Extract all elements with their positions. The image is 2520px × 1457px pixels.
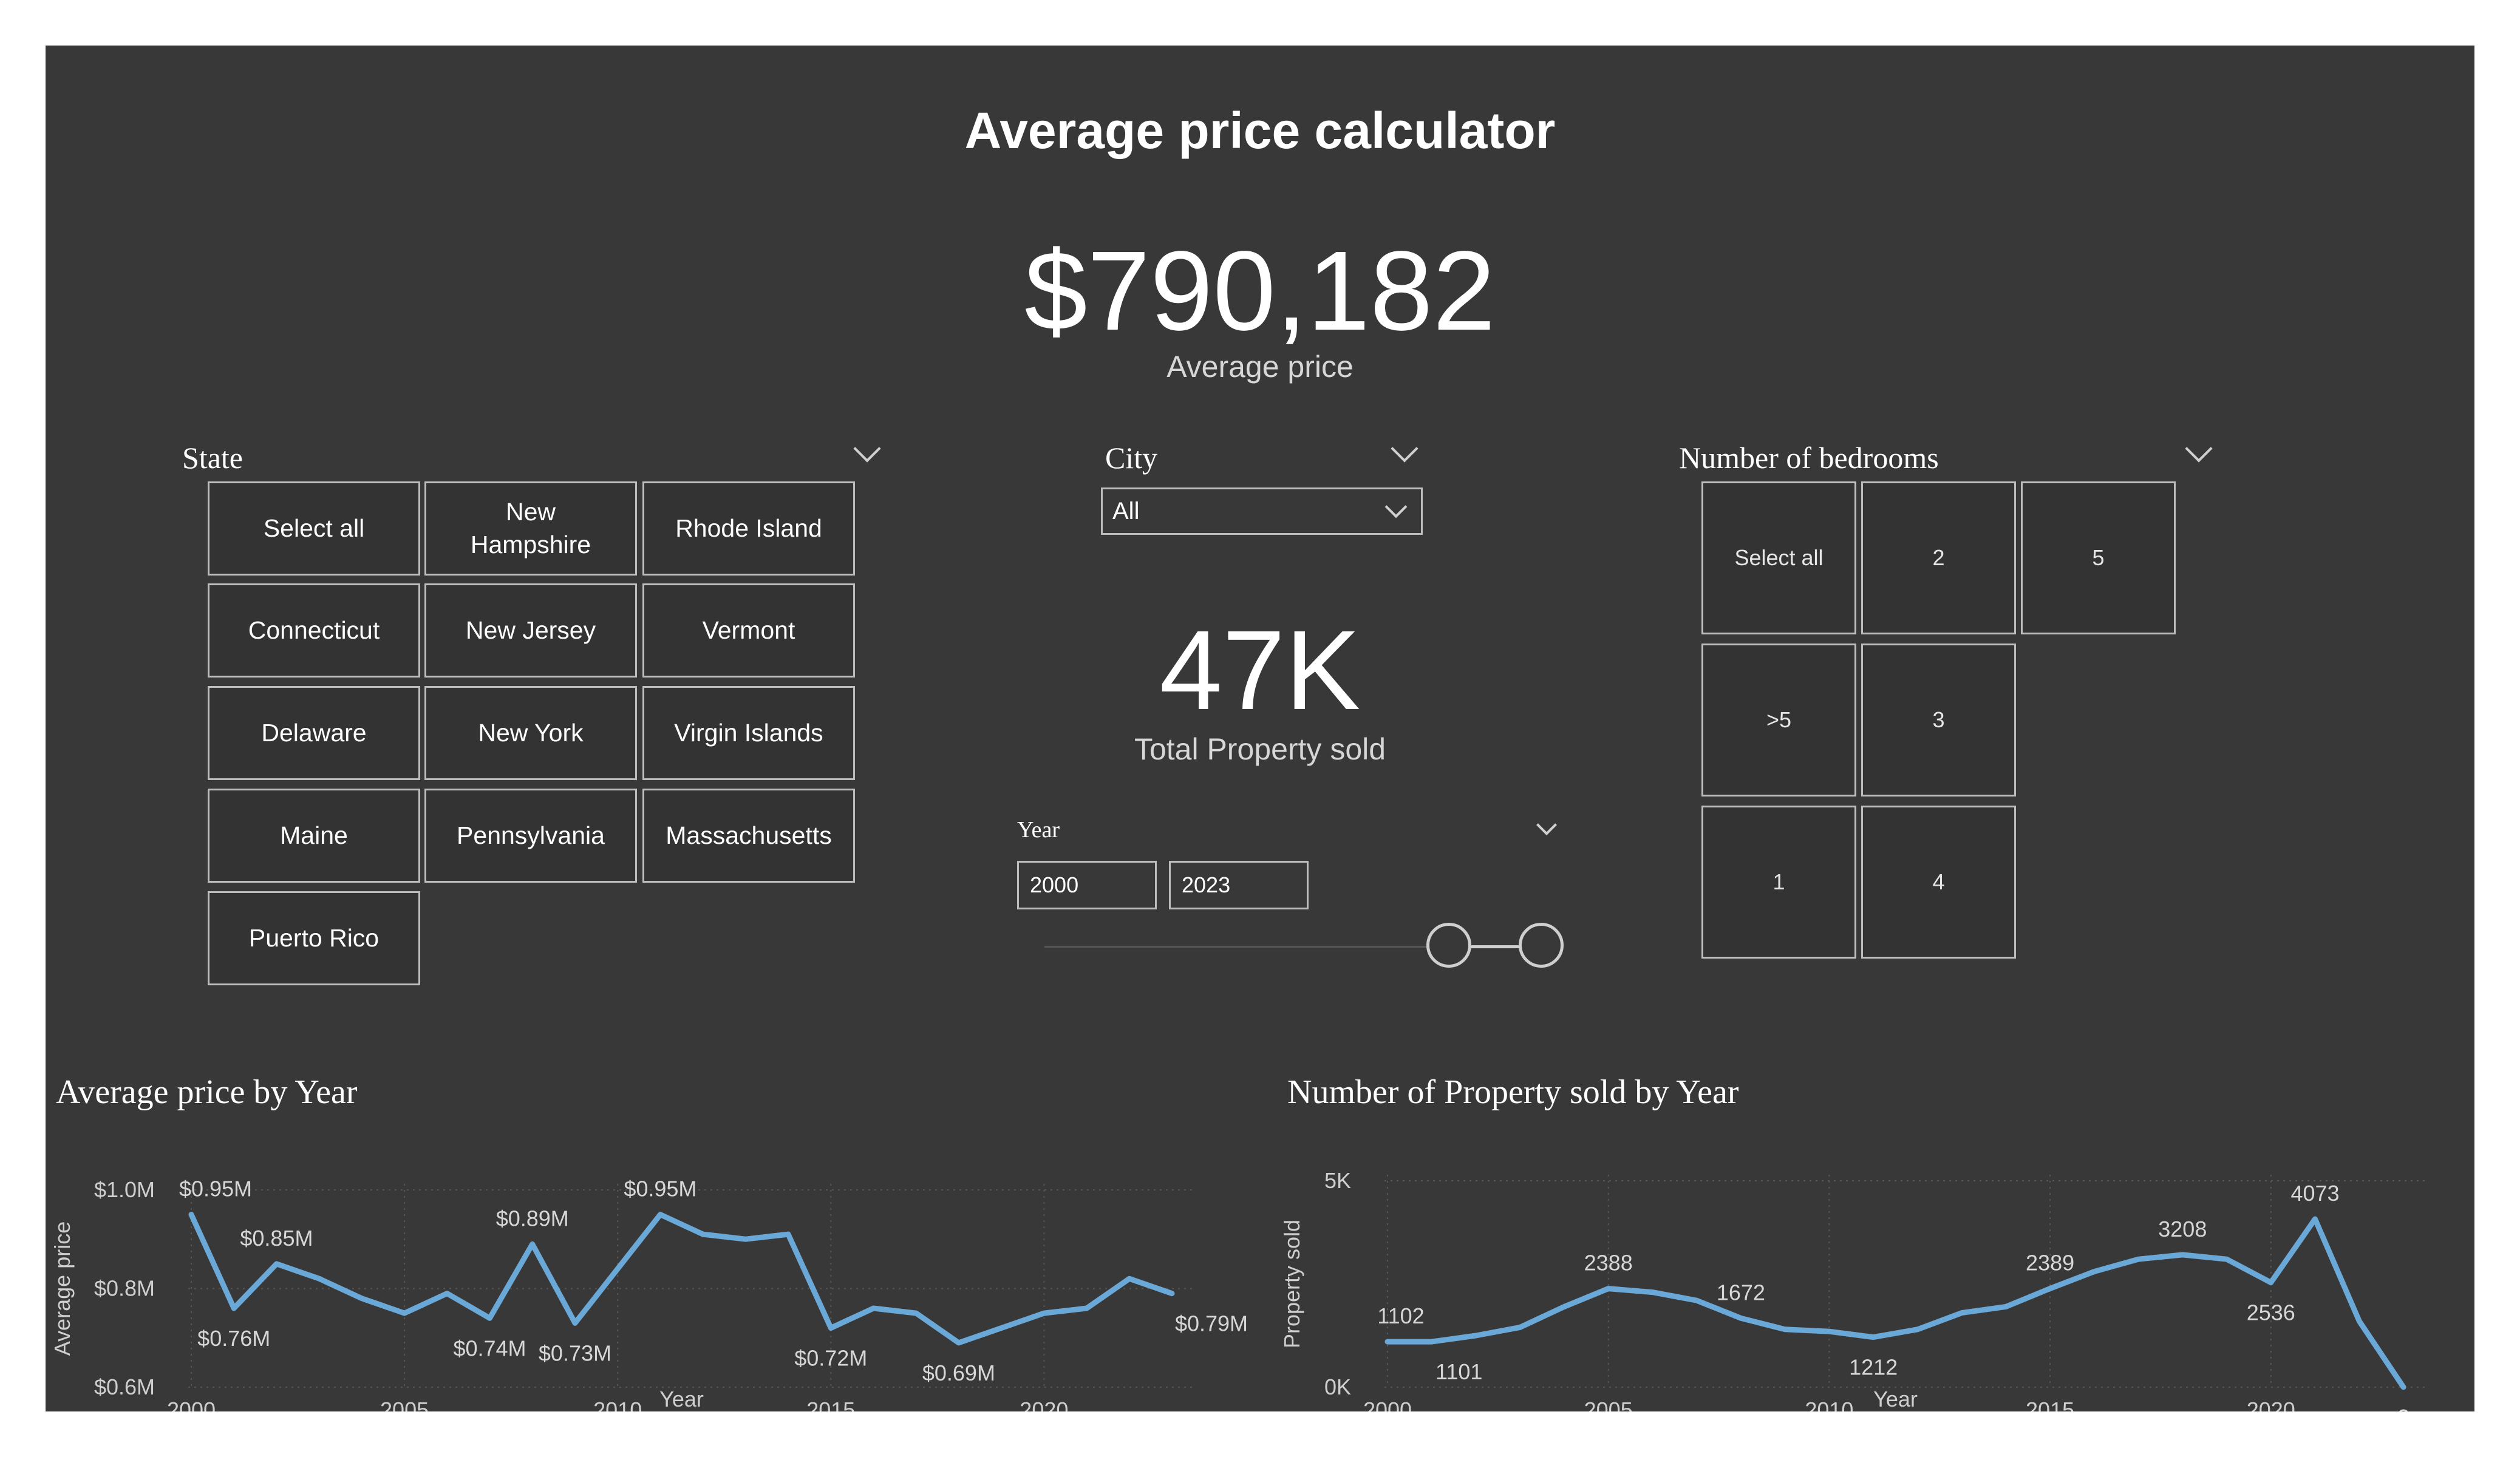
x-axis-title: Year	[1873, 1387, 1918, 1411]
data-label: 1212	[1849, 1355, 1898, 1380]
bedroom-option-5[interactable]: 5	[2021, 481, 2176, 634]
x-tick-label: 2010	[593, 1398, 642, 1411]
state-slicer-title: State	[182, 441, 243, 475]
chevron-down-icon[interactable]	[1391, 435, 1418, 463]
average-price-value: $790,182	[1024, 228, 1496, 354]
data-label: 1672	[1717, 1280, 1765, 1305]
city-dropdown[interactable]: All	[1101, 487, 1423, 535]
year-from-input[interactable]: 2000	[1017, 861, 1157, 909]
bedroom-option-4[interactable]: 4	[1861, 806, 2016, 959]
y-tick-label: 5K	[1324, 1168, 1351, 1193]
x-tick-label: 2010	[1805, 1398, 1853, 1411]
y-tick-label: $1.0M	[94, 1177, 155, 1202]
sold-line-chart: 0K 5K 2000 2005 2010 2015 2020 Year Property sol…	[1279, 1168, 2428, 1411]
chevron-down-icon[interactable]	[853, 435, 881, 463]
data-label: $0.95M	[624, 1177, 696, 1201]
data-label: $0.74M	[453, 1336, 526, 1360]
city-slicer-title: City	[1105, 441, 1158, 475]
data-label: 2536	[2247, 1300, 2295, 1325]
state-option-puerto-rico[interactable]: Puerto Rico	[208, 891, 420, 985]
total-sold-value: 47K	[1159, 608, 1361, 733]
x-tick-label: 2015	[2026, 1398, 2074, 1411]
data-label: 2	[2397, 1405, 2409, 1411]
total-sold-label: Total Property sold	[1134, 732, 1386, 766]
y-tick-label: 0K	[1324, 1374, 1351, 1399]
state-option-virgin-islands[interactable]: Virgin Islands	[642, 686, 855, 780]
bedroom-option-1[interactable]: 1	[1701, 806, 1856, 959]
bedroom-slicer-title: Number of bedrooms	[1679, 441, 1939, 475]
bedroom-option-select-all[interactable]: Select all	[1701, 481, 1856, 634]
year-slicer-title: Year	[1017, 817, 1060, 843]
data-label: $0.72M	[794, 1346, 867, 1371]
chevron-down-icon	[1384, 495, 1408, 518]
state-option-rhode-island[interactable]: Rhode Island	[642, 481, 855, 576]
state-option-vermont[interactable]: Vermont	[642, 583, 855, 678]
x-tick-label: 2020	[2247, 1398, 2295, 1411]
state-option-connecticut[interactable]: Connecticut	[208, 583, 420, 678]
data-label: 3208	[2158, 1217, 2207, 1241]
data-label: $0.73M	[539, 1340, 611, 1365]
state-option-maine[interactable]: Maine	[208, 789, 420, 883]
y-axis-title: Average price	[50, 1221, 75, 1356]
data-label: $0.69M	[922, 1360, 995, 1385]
bedroom-option-2[interactable]: 2	[1861, 481, 2016, 634]
chevron-down-icon[interactable]	[1536, 815, 1557, 835]
x-tick-label: 2000	[1363, 1398, 1412, 1411]
state-option-new-hampshire[interactable]: New Hampshire	[424, 481, 637, 576]
data-label: $0.76M	[197, 1326, 270, 1351]
year-to-input[interactable]: 2023	[1169, 861, 1309, 909]
data-label: $0.89M	[496, 1206, 569, 1231]
bedroom-option-3[interactable]: 3	[1861, 644, 2016, 796]
state-option-new-york[interactable]: New York	[424, 686, 637, 780]
year-slider-end-handle[interactable]	[1519, 923, 1564, 968]
average-price-label: Average price	[1166, 350, 1354, 384]
dashboard-canvas: Average price calculator $790,182 Averag…	[46, 46, 2474, 1411]
bedroom-option-gt5[interactable]: >5	[1701, 644, 1856, 796]
state-option-new-jersey[interactable]: New Jersey	[424, 583, 637, 678]
data-label: $0.95M	[179, 1177, 252, 1201]
data-label: $0.79M	[1175, 1311, 1248, 1336]
x-tick-label: 2000	[167, 1398, 216, 1411]
sold-chart-title: Number of Property sold by Year	[1287, 1073, 1739, 1111]
avg-price-chart-title: Average price by Year	[56, 1073, 358, 1111]
y-axis-title: Property sold	[1279, 1220, 1304, 1348]
page-title: Average price calculator	[964, 102, 1556, 159]
data-label: 2388	[1584, 1251, 1633, 1275]
data-label: 1102	[1377, 1303, 1424, 1328]
x-tick-label: 2015	[806, 1398, 855, 1411]
data-label: 4073	[2290, 1181, 2339, 1206]
x-tick-label: 2005	[380, 1398, 429, 1411]
state-option-massachusetts[interactable]: Massachusetts	[642, 789, 855, 883]
avg-price-line-chart: $0.6M $0.8M $1.0M 2000 2005 2010 2015 2020 Year A…	[50, 1177, 1248, 1411]
state-option-select-all[interactable]: Select all	[208, 481, 420, 576]
x-tick-label: 2020	[1020, 1398, 1068, 1411]
y-tick-label: $0.6M	[94, 1374, 155, 1399]
chevron-down-icon[interactable]	[2185, 435, 2213, 463]
state-option-delaware[interactable]: Delaware	[208, 686, 420, 780]
data-label: 2389	[2026, 1251, 2074, 1275]
x-tick-label: 2005	[1584, 1398, 1633, 1411]
series-line	[188, 1212, 1175, 1346]
y-tick-label: $0.8M	[94, 1276, 155, 1301]
state-option-pennsylvania[interactable]: Pennsylvania	[424, 789, 637, 883]
city-dropdown-value: All	[1112, 497, 1140, 525]
year-slider-start-handle[interactable]	[1426, 923, 1471, 968]
x-axis-title: Year	[659, 1387, 704, 1411]
data-label: 1101	[1435, 1359, 1482, 1384]
data-label: $0.85M	[240, 1226, 313, 1251]
